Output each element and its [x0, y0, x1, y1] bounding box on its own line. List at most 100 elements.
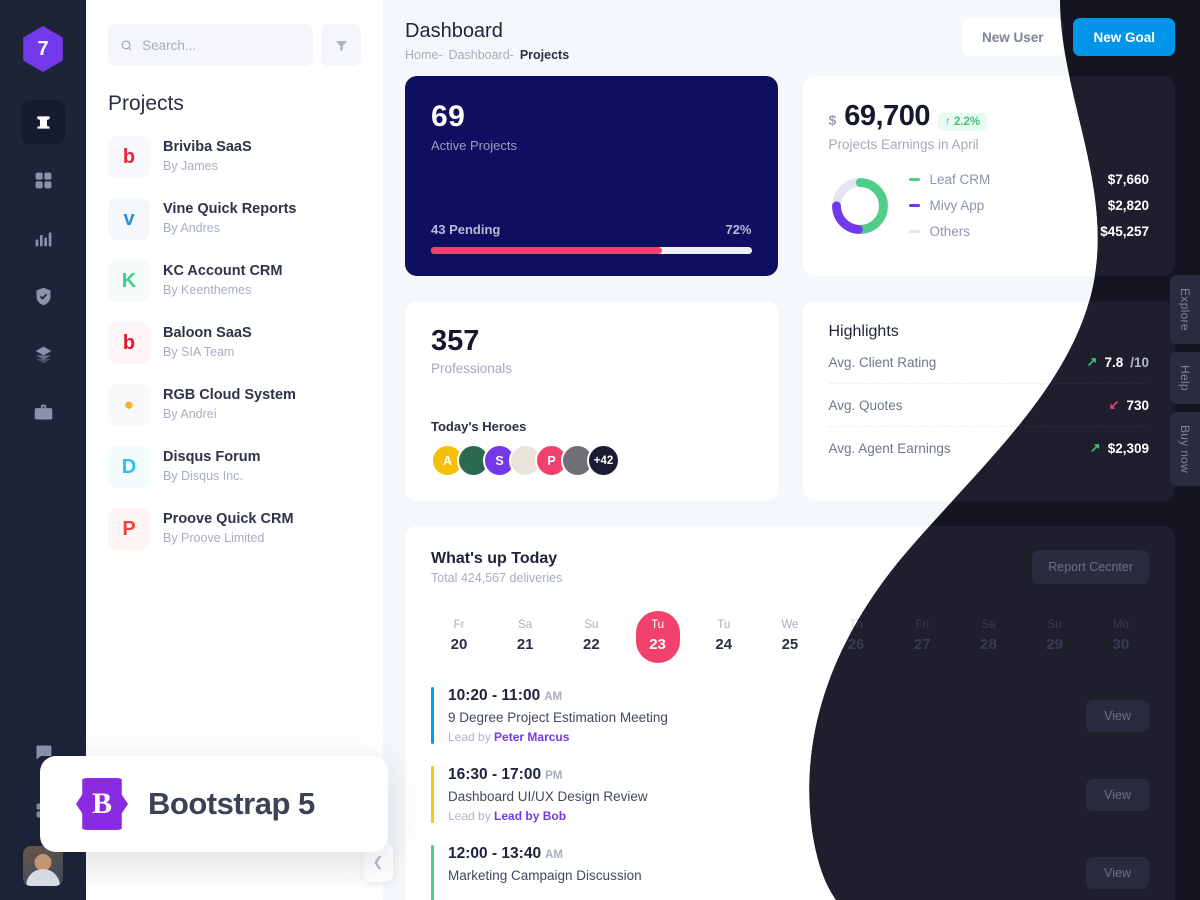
project-owner: By Andres — [163, 221, 220, 236]
event-lead-name[interactable]: Lead by Bob — [494, 809, 566, 823]
list-item[interactable]: ● RGB Cloud System By Andrei — [108, 374, 361, 436]
active-projects-progress: 43 Pending 72% — [431, 222, 752, 254]
calendar-day[interactable]: Mo 30 — [1099, 611, 1143, 663]
event-view-button[interactable]: View — [1086, 857, 1149, 889]
project-logo: P — [108, 508, 150, 550]
calendar-day[interactable]: Sa 28 — [967, 611, 1011, 663]
event-view-button[interactable]: View — [1086, 778, 1149, 811]
project-owner: By SIA Team — [163, 345, 235, 360]
report-center-button[interactable]: Report Cecnter — [1032, 550, 1149, 584]
trend-up-icon: ↗ — [1089, 440, 1101, 455]
legend-row: Others $45,257 — [908, 224, 1149, 239]
event-ampm: PM — [545, 770, 563, 782]
event-lead-name[interactable]: Peter Marcus — [494, 730, 569, 744]
project-owner: By Disqus Inc. — [163, 469, 243, 484]
calendar-day[interactable]: We 25 — [768, 611, 812, 663]
project-name: Vine Quick Reports — [163, 201, 297, 218]
percent-label: 72% — [725, 222, 752, 237]
side-tab-explore[interactable]: Explore — [1170, 275, 1200, 344]
app-logo-text: 7 — [37, 37, 49, 60]
highlight-denominator: /10 — [1130, 354, 1149, 370]
project-name: KC Account CRM — [163, 263, 283, 280]
layers-icon — [35, 346, 51, 363]
event-time: 12:00 - 13:40 — [448, 845, 542, 862]
event-view-button[interactable]: View — [1086, 699, 1149, 732]
event-ampm: AM — [544, 691, 563, 703]
bootstrap-logo-icon: B — [76, 778, 128, 830]
breadcrumb: Home- Dashboard- Projects — [405, 48, 569, 62]
legend-row: Leaf CRM $7,660 — [908, 172, 1149, 187]
breadcrumb-item-current: Projects — [519, 48, 570, 62]
side-tab-help[interactable]: Help — [1170, 351, 1200, 404]
event-row: 10:20 - 11:00 AM 9 Degree Project Estimat… — [431, 687, 1149, 766]
breadcrumb-item[interactable]: Home- — [405, 48, 443, 62]
stats-grid: 69 Active Projects 43 Pending 72% $ 69,7… — [383, 62, 1200, 501]
day-name: Tu — [717, 619, 731, 631]
legend-label: Others — [929, 224, 971, 239]
new-user-button[interactable]: New User — [961, 18, 1064, 56]
grid-icon — [35, 172, 51, 188]
list-item[interactable]: K KC Account CRM By Keenthemes — [108, 250, 361, 312]
bootstrap-badge: B Bootstrap 5 — [40, 756, 388, 852]
search-icon — [121, 40, 132, 50]
professionals-count: 357 — [431, 325, 480, 357]
trend-up-icon: ↗ — [1086, 354, 1098, 369]
earnings-change-badge: ↑ 2.2% — [938, 113, 988, 131]
active-projects-label: Active Projects — [431, 138, 517, 153]
side-tabs: Explore Help Buy now — [1170, 275, 1200, 486]
rail-item-projects[interactable] — [21, 390, 65, 434]
highlight-label: Avg. Client Rating — [828, 354, 937, 370]
calendar-day[interactable]: Fr 20 — [437, 611, 481, 663]
list-item[interactable]: v Vine Quick Reports By Andres — [108, 188, 361, 250]
rail-item-grid[interactable] — [21, 158, 65, 202]
legend-label: Mivy App — [929, 198, 985, 213]
calendar-day[interactable]: Tu 24 — [702, 611, 746, 663]
day-name: Th — [849, 619, 863, 631]
calendar-day[interactable]: Th 26 — [834, 611, 878, 663]
legend-value: $45,257 — [1100, 224, 1149, 239]
search-input[interactable] — [142, 37, 301, 53]
calendar-day[interactable]: Fri 27 — [900, 611, 944, 663]
projects-list: b Briviba SaaS By James v Vine Quick Rep… — [86, 126, 383, 560]
calendar-day[interactable]: Su 22 — [569, 611, 613, 663]
list-item[interactable]: b Briviba SaaS By James — [108, 126, 361, 188]
calendar-day[interactable]: Sa 21 — [503, 611, 547, 663]
project-owner: By Andrei — [163, 407, 217, 422]
list-item[interactable]: D Disqus Forum By Disqus Inc. — [108, 436, 361, 498]
day-name: Mo — [1112, 619, 1129, 631]
breadcrumb-item[interactable]: Dashboard- — [449, 48, 514, 62]
filter-button[interactable] — [321, 24, 361, 66]
user-avatar[interactable] — [23, 846, 63, 886]
highlight-row: Avg. Client Rating ↗ 7.8/10 — [828, 341, 1149, 384]
calendar-day[interactable]: Su 29 — [1033, 611, 1077, 663]
highlight-value: 7.8 — [1104, 354, 1124, 370]
rail-item-security[interactable] — [21, 274, 65, 318]
day-number: 30 — [1112, 636, 1130, 653]
search-box[interactable] — [108, 24, 313, 66]
project-logo: v — [108, 198, 150, 240]
chevron-left-icon: ❮ — [372, 854, 384, 869]
day-number: 26 — [847, 636, 865, 653]
rail-item-statistics[interactable] — [21, 216, 65, 260]
cube-icon — [36, 115, 50, 129]
trend-down-icon: ↙ — [1108, 397, 1120, 412]
legend-value: $2,820 — [1107, 198, 1149, 213]
rail-item-layers[interactable] — [21, 332, 65, 376]
rail-item-cube[interactable] — [21, 100, 65, 144]
day-name: Su — [584, 619, 599, 631]
highlight-value: 730 — [1126, 397, 1149, 413]
app-logo[interactable]: 7 — [23, 26, 63, 72]
list-item[interactable]: b Baloon SaaS By SIA Team — [108, 312, 361, 374]
calendar-day-active[interactable]: Tu 23 — [635, 611, 680, 663]
event-row: 12:00 - 13:40 AM Marketing Campaign Discu… — [431, 845, 1149, 900]
side-tab-buy-now[interactable]: Buy now — [1170, 411, 1200, 486]
professionals-label: Professionals — [431, 361, 513, 376]
event-row: 16:30 - 17:00 PM Dashboard UI/UX Design R… — [431, 766, 1149, 845]
main-content: Dashboard Home- Dashboard- Projects New … — [383, 0, 1200, 900]
list-item[interactable]: P Proove Quick CRM By Proove Limited — [108, 498, 361, 560]
currency-symbol: $ — [828, 112, 837, 128]
day-number: 29 — [1046, 636, 1064, 653]
avatar-overflow-count[interactable]: +42 — [587, 444, 620, 477]
new-goal-button[interactable]: New Goal — [1073, 18, 1175, 56]
whats-up-title: What's up Today — [431, 550, 558, 567]
